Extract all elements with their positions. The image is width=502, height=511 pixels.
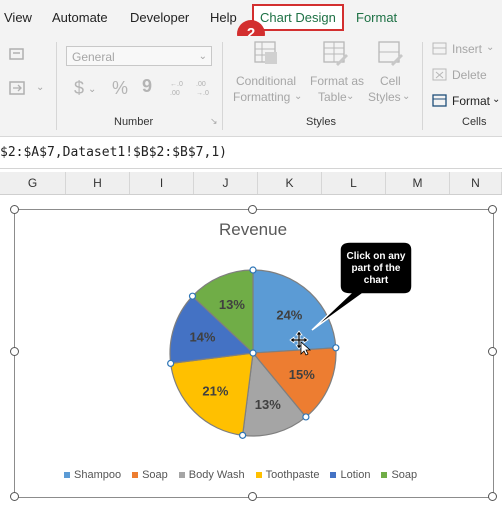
legend-swatch (132, 472, 139, 479)
pie-chart[interactable]: 24% 15% 13% 21% 14% 13% Click on anypart of th… (0, 0, 502, 511)
legend-entry[interactable]: Soap (132, 469, 168, 481)
selection-point[interactable] (249, 266, 257, 274)
selection-point[interactable] (249, 349, 257, 357)
data-label[interactable]: 24% (276, 307, 302, 322)
data-label[interactable]: 14% (189, 330, 215, 345)
legend-entry[interactable]: Shampoo (64, 469, 121, 481)
legend-label: Shampoo (74, 469, 122, 481)
selection-point[interactable] (238, 431, 247, 439)
selection-point[interactable] (167, 359, 175, 368)
selection-point[interactable] (302, 413, 310, 421)
callout-bubble: Click on anypart of thechart (311, 241, 413, 331)
legend-label: Soap (391, 469, 418, 481)
legend-swatch (381, 472, 388, 479)
callout-text: Click on any (347, 251, 406, 262)
legend-entry[interactable]: Toothpaste (255, 469, 320, 481)
data-label[interactable]: 13% (219, 297, 245, 312)
legend-entry[interactable]: Body Wash (178, 469, 245, 481)
chart-legend[interactable]: Shampoo Soap Body Wash Toothpaste Lotion Soap (64, 469, 428, 481)
legend-swatch (330, 472, 337, 479)
data-label[interactable]: 15% (289, 367, 315, 382)
legend-swatch (64, 472, 70, 479)
data-label[interactable]: 13% (255, 397, 281, 412)
legend-entry[interactable]: Lotion (330, 469, 370, 481)
callout-text: part of the (352, 263, 401, 274)
data-label[interactable]: 21% (202, 384, 228, 399)
legend-label: Toothpaste (265, 469, 320, 481)
legend-label: Soap (142, 469, 168, 481)
selection-point[interactable] (188, 292, 197, 300)
legend-label: Lotion (340, 469, 371, 481)
legend-entry[interactable]: Soap (381, 469, 417, 481)
selection-point[interactable] (332, 344, 340, 352)
legend-swatch (178, 472, 185, 479)
callout-text: chart (364, 275, 389, 286)
legend-swatch (255, 472, 262, 479)
legend-label: Body Wash (188, 469, 245, 481)
